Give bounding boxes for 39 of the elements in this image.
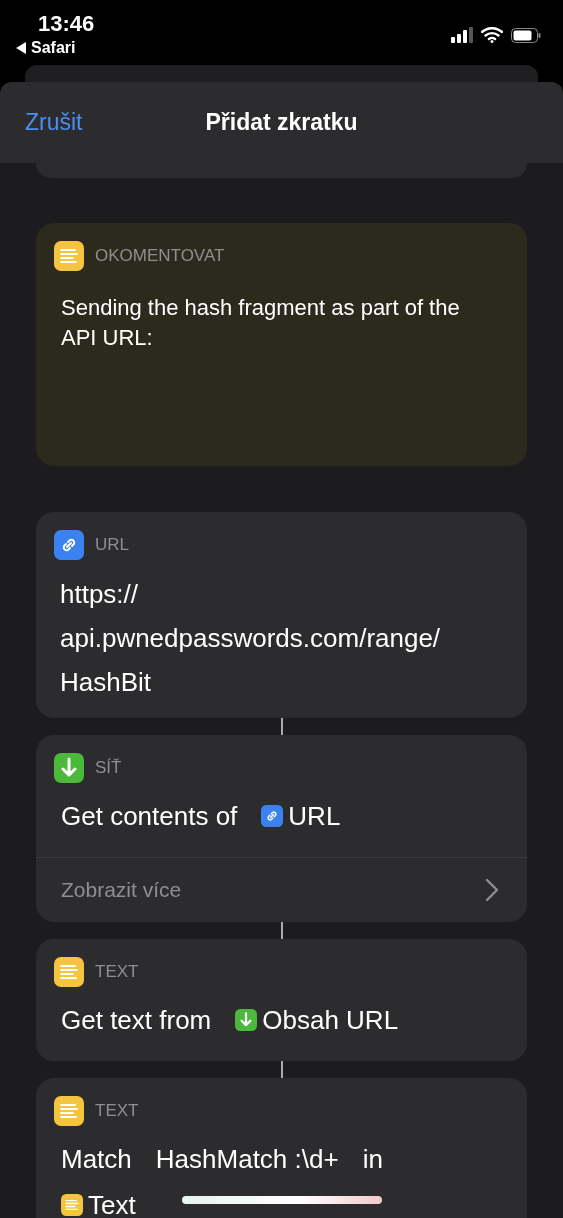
signal-icon	[451, 27, 473, 43]
show-more-row[interactable]: Zobrazit více	[36, 857, 527, 922]
parameter-text: https://	[60, 578, 139, 610]
action-card[interactable]: TEXT Match HashMatch :\d+ in Text	[36, 1078, 527, 1218]
parameter-text: HashBit	[60, 666, 152, 698]
action-category: SÍŤ	[95, 758, 122, 778]
comment-card[interactable]: OKOMENTOVAT Sending the hash fragment as part of the API URL:	[36, 223, 527, 466]
link-icon	[54, 530, 84, 560]
action-category: TEXT	[95, 962, 139, 982]
parameter-text: Match	[61, 1143, 132, 1175]
status-time: 13:46	[38, 11, 95, 37]
parameter-text: HashMatch :\d+	[155, 1143, 339, 1175]
link-icon	[261, 805, 284, 827]
show-more-label[interactable]: Zobrazit více	[61, 878, 182, 902]
variable-token[interactable]: URL	[288, 800, 341, 832]
back-to-app-link[interactable]: Safari	[31, 39, 76, 57]
variable-token[interactable]: Text	[88, 1189, 136, 1218]
parameter-text: Get contents of	[61, 800, 238, 832]
battery-icon	[511, 27, 541, 43]
text-lines-icon	[61, 1194, 83, 1216]
text-lines-icon	[54, 1096, 84, 1126]
parameter-text: Get text from	[61, 1004, 212, 1036]
sheet-title: Přidat zkratku	[205, 109, 358, 136]
comment-text[interactable]: Sending the hash fragment as part of the API URL:	[61, 293, 467, 353]
action-category: URL	[95, 535, 129, 555]
parameter-text: in	[362, 1143, 383, 1175]
parameter-text: api.pwnedpasswords.com/range/	[60, 622, 441, 654]
back-triangle-icon[interactable]	[16, 42, 26, 54]
chevron-right-icon	[485, 878, 499, 902]
text-lines-icon	[54, 241, 84, 271]
action-category: TEXT	[95, 1101, 139, 1121]
action-card[interactable]: SÍŤ Get contents of URL Zobrazit více	[36, 735, 527, 922]
action-card[interactable]: URL https:// api.pwnedpasswords.com/range/ HashBit	[36, 512, 527, 718]
action-category: OKOMENTOVAT	[95, 246, 225, 266]
text-lines-icon	[54, 957, 84, 987]
cancel-button[interactable]: Zrušit	[25, 109, 83, 136]
action-card[interactable]: TEXT Get text from Obsah URL	[36, 939, 527, 1061]
variable-token[interactable]: Obsah URL	[262, 1004, 399, 1036]
wifi-icon	[481, 27, 503, 43]
